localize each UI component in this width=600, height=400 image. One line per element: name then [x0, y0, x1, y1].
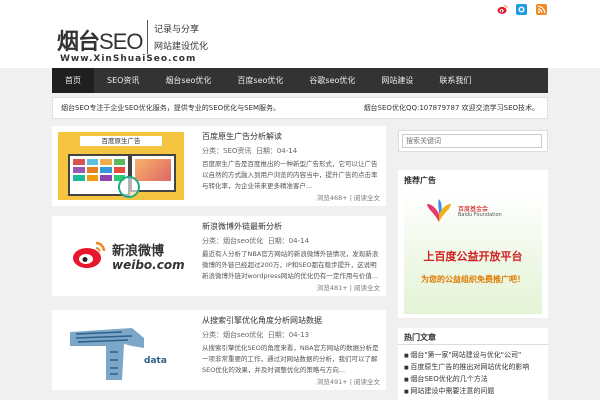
- ad-widget: 推荐广告 百度基金会 Baidu Foundation 上百度公益开放平台 为您…: [398, 170, 548, 318]
- post-thumbnail[interactable]: 百度原生广告: [58, 132, 184, 200]
- post-card: 百度原生广告 百度原生广告分析解读 分类：SEO资讯 日期：04-14 百度原生…: [52, 126, 386, 206]
- post-thumbnail[interactable]: data: [58, 316, 184, 384]
- read-more-link[interactable]: 阅读全文: [354, 284, 380, 292]
- nav-item-web-build[interactable]: 网站建设: [368, 68, 426, 93]
- qq-icon[interactable]: [516, 4, 527, 15]
- post-meta: 分类：烟台seo优化 日期：04-14: [202, 237, 310, 245]
- popular-posts-title: 热门文章: [404, 333, 436, 342]
- popular-post-link[interactable]: 烟台SEO优化的几个方法: [404, 374, 487, 384]
- word-cloud-hammer-icon: [70, 328, 144, 380]
- popular-post-link[interactable]: 百度原生广告的推出对网站优化的影响: [404, 362, 529, 372]
- post-title[interactable]: 百度原生广告分析解读: [202, 131, 282, 142]
- nav-item-yantai-seo[interactable]: 烟台seo优化: [152, 68, 224, 93]
- notice-bar: 烟台SEO专注于企业SEO优化服务，提供专业的SEO优化与SEM服务。 烟台SE…: [52, 97, 548, 119]
- nav-item-home[interactable]: 首页: [52, 68, 94, 93]
- magnifier-icon: [118, 176, 140, 198]
- post-excerpt: 百度原生广告是百度推出的一种新型广告形式，它可以让广告以自然的方式融入到用户浏览…: [202, 160, 378, 190]
- post-excerpt: 从搜索引擎优化SEO的角度来看，NBA官方网站的数据分析是一项非常重要的工作，通…: [202, 344, 379, 374]
- search-input[interactable]: [402, 134, 542, 148]
- post-footer: 浏览468+ | 阅读全文: [316, 194, 380, 202]
- read-more-link[interactable]: 阅读全文: [354, 194, 380, 202]
- nav-item-contact[interactable]: 联系我们: [426, 68, 484, 93]
- post-card: 新浪微博 weibo.com 新浪微博外链最新分析 分类：烟台seo优化 日期：…: [52, 216, 386, 296]
- nav-item-seo-news[interactable]: SEO资讯: [94, 68, 152, 93]
- rss-icon[interactable]: [536, 4, 547, 15]
- popular-posts-widget: 热门文章 烟台"第一家"网站建设与优化"公司" 百度原生广告的推出对网站优化的影…: [398, 328, 548, 400]
- post-footer: 浏览481+ | 阅读全文: [316, 284, 380, 292]
- post-excerpt: 最近有人分析了NBA官方网站的新浪微博外链情况，发现新浪微博的外链已经超过200…: [202, 250, 379, 280]
- post-footer: 浏览491+ | 阅读全文: [316, 378, 380, 386]
- foundation-logo-icon: [427, 199, 451, 222]
- weibo-icon[interactable]: [497, 4, 508, 15]
- nav-item-baidu-seo[interactable]: 百度seo优化: [224, 68, 296, 93]
- ad-widget-title: 推荐广告: [404, 176, 436, 185]
- ad-banner[interactable]: 百度基金会 Baidu Foundation 上百度公益开放平台 为您的公益组织…: [404, 190, 542, 314]
- nav-item-google-seo[interactable]: 谷歌seo优化: [296, 68, 368, 93]
- logo-divider: [147, 20, 148, 54]
- read-more-link[interactable]: 阅读全文: [354, 378, 380, 386]
- slogan-line2: 网站建设优化: [154, 42, 209, 52]
- main-nav: 首页 SEO资讯 烟台seo优化 百度seo优化 谷歌seo优化 网站建设 联系…: [52, 68, 548, 93]
- weibo-logo-icon: [73, 241, 106, 268]
- search-widget: [398, 130, 548, 152]
- notice-right-text: 烟台SEO优化QQ:107879787 欢迎交流学习SEO技术。: [363, 104, 539, 112]
- slogan-line1: 记录与分享: [154, 25, 200, 35]
- site-header: 烟台SEO 记录与分享 网站建设优化 Www.XinShuaiSeo.com: [0, 0, 600, 68]
- notice-left-text: 烟台SEO专注于企业SEO优化服务，提供专业的SEO优化与SEM服务。: [61, 104, 281, 112]
- post-meta: 分类：SEO资讯 日期：04-14: [202, 147, 298, 155]
- site-url: Www.XinShuaiSeo.com: [60, 54, 197, 64]
- post-thumbnail[interactable]: 新浪微博 weibo.com: [58, 222, 184, 290]
- post-title[interactable]: 从搜索引擎优化角度分析网站数据: [202, 315, 322, 326]
- site-logo[interactable]: 烟台SEO: [57, 24, 143, 56]
- popular-post-link[interactable]: 烟台"第一家"网站建设与优化"公司": [404, 350, 521, 360]
- post-meta: 分类：烟台seo优化 日期：04-13: [202, 331, 310, 339]
- post-card: data 从搜索引擎优化角度分析网站数据 分类：烟台seo优化 日期：04-13…: [52, 310, 386, 390]
- post-title[interactable]: 新浪微博外链最新分析: [202, 221, 282, 232]
- divider: [398, 344, 548, 345]
- popular-post-link[interactable]: 网站建设中需要注意的问题: [404, 386, 494, 396]
